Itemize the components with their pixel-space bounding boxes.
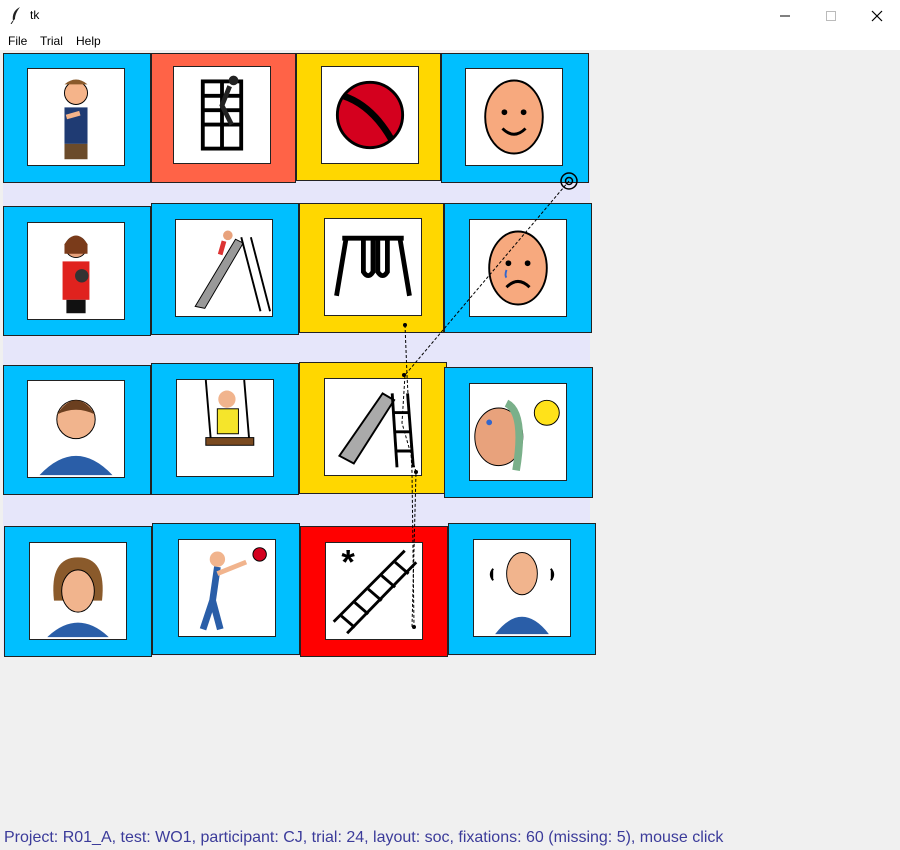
swing-set-icon [324,218,422,316]
woman-holding-baby-icon [27,222,125,320]
maximize-icon [826,11,836,21]
close-button[interactable] [854,0,900,31]
card-girl-portrait[interactable] [4,526,152,657]
title-bar: tk [0,0,900,31]
card-boy-throwing-ball[interactable] [152,523,300,655]
card-man-portrait[interactable] [3,365,151,495]
boy-throwing-ball-icon [178,539,276,637]
menu-bar: File Trial Help [0,31,900,50]
card-hot-face-sun[interactable] [444,367,593,498]
card-sad-face[interactable] [444,203,592,333]
maximize-button[interactable] [808,0,854,31]
ladder-star-icon: * [325,542,423,640]
feather-icon [10,7,20,24]
girl-portrait-icon [29,542,127,640]
card-man-signing[interactable] [3,53,151,183]
cold-person-icon [473,539,571,637]
card-child-on-swing[interactable] [151,363,299,495]
close-icon [871,10,883,22]
menu-file[interactable]: File [8,34,27,48]
ball-icon [321,66,419,164]
status-text: Project: R01_A, test: WO1, participant: … [4,829,724,846]
man-signing-icon [27,68,125,166]
svg-text:*: * [341,544,355,582]
card-child-on-slide[interactable] [151,203,299,335]
person-climbing-icon [173,66,271,164]
card-slide[interactable] [299,362,447,494]
happy-face-icon [465,68,563,166]
card-happy-face[interactable] [441,53,589,183]
sad-face-icon [469,219,567,317]
minimize-button[interactable] [762,0,808,31]
card-woman-holding-baby[interactable] [3,206,151,336]
minimize-icon [780,15,790,17]
slide-icon [324,378,422,476]
menu-help[interactable]: Help [76,34,101,48]
child-on-swing-icon [176,379,274,477]
card-ladder-star[interactable]: * [300,526,448,657]
trial-canvas[interactable]: * [0,50,900,850]
hot-face-sun-icon [469,383,567,481]
child-on-slide-icon [175,219,273,317]
card-cold-person[interactable] [448,523,596,655]
card-ball[interactable] [296,53,441,181]
man-portrait-icon [27,380,125,478]
card-swing-set[interactable] [299,203,444,333]
window-title: tk [30,8,40,22]
menu-trial[interactable]: Trial [40,34,63,48]
card-person-climbing[interactable] [151,53,296,183]
